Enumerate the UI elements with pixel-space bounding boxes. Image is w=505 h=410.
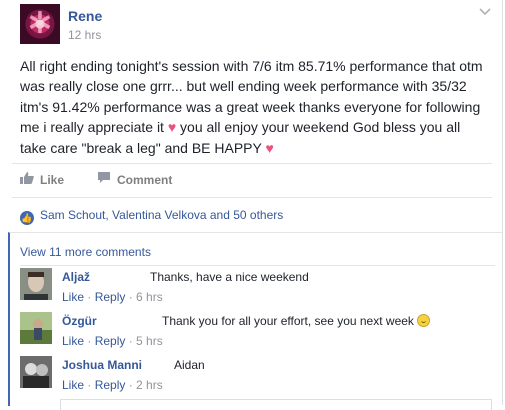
like-button[interactable]: Like bbox=[20, 170, 64, 190]
divider bbox=[20, 265, 495, 266]
commenter-avatar[interactable] bbox=[20, 356, 52, 388]
thumbs-up-icon bbox=[20, 170, 34, 190]
comment-text[interactable]: Aidan bbox=[174, 358, 205, 372]
like-badge-icon: 👍 bbox=[20, 211, 34, 225]
comment-item: Aljaž Thanks, have a nice weekend Like ·… bbox=[20, 268, 490, 312]
likes-text[interactable]: Sam Schout, Valentina Velkova and 50 oth… bbox=[40, 208, 283, 222]
like-label: Like bbox=[40, 173, 65, 187]
post-text: All right ending tonight's session with … bbox=[20, 56, 490, 158]
comment-meta: Like · Reply · 5 hrs bbox=[62, 334, 163, 348]
divider bbox=[12, 163, 492, 164]
comment-item: Joshua Manni Aidan Like · Reply · 2 hrs bbox=[20, 356, 490, 400]
comment-item: Özgür Thank you for all your effort, see… bbox=[20, 312, 490, 356]
commenter-name[interactable]: Joshua Manni bbox=[62, 358, 142, 372]
comment-time[interactable]: 2 hrs bbox=[136, 378, 163, 392]
comment-like-link[interactable]: Like bbox=[62, 378, 84, 392]
commenter-name[interactable]: Aljaž bbox=[62, 270, 90, 284]
view-more-comments-link[interactable]: View 11 more comments bbox=[20, 245, 151, 259]
comment-time[interactable]: 6 hrs bbox=[136, 290, 163, 304]
post-author[interactable]: Rene bbox=[68, 8, 102, 24]
comment-reply-link[interactable]: Reply bbox=[95, 290, 126, 304]
comments-section: View 11 more comments Aljaž Thanks, have… bbox=[8, 232, 502, 410]
likes-summary[interactable]: 👍 Sam Schout, Valentina Velkova and 50 ot… bbox=[20, 207, 283, 225]
comment-time[interactable]: 5 hrs bbox=[136, 334, 163, 348]
commenter-avatar[interactable] bbox=[20, 268, 52, 300]
comment-icon bbox=[97, 170, 111, 190]
heart-icon: ♥ bbox=[167, 119, 177, 136]
comment-meta: Like · Reply · 2 hrs bbox=[62, 378, 163, 392]
chevron-down-icon[interactable] bbox=[478, 4, 492, 18]
comment-button[interactable]: Comment bbox=[97, 170, 172, 190]
heart-icon: ♥ bbox=[265, 139, 274, 156]
post-time[interactable]: 12 hrs bbox=[68, 28, 101, 42]
comment-reply-link[interactable]: Reply bbox=[95, 378, 126, 392]
post-card: ✲ Rene 12 hrs All right ending tonight's… bbox=[0, 0, 503, 410]
comment-text-content: Thank you for all your effort, see you n… bbox=[162, 314, 414, 328]
avatar-pattern: ✲ bbox=[27, 7, 53, 40]
comment-reply-link[interactable]: Reply bbox=[95, 334, 126, 348]
comment-label: Comment bbox=[117, 173, 173, 187]
comment-text: Thanks, have a nice weekend bbox=[150, 270, 309, 284]
commenter-avatar[interactable] bbox=[20, 312, 52, 344]
comment-meta: Like · Reply · 6 hrs bbox=[62, 290, 163, 304]
comment-text: Thank you for all your effort, see you n… bbox=[162, 314, 430, 328]
author-avatar[interactable]: ✲ bbox=[20, 4, 60, 44]
divider bbox=[12, 197, 492, 198]
comment-like-link[interactable]: Like bbox=[62, 290, 84, 304]
commenter-name[interactable]: Özgür bbox=[62, 314, 97, 328]
comment-like-link[interactable]: Like bbox=[62, 334, 84, 348]
smile-emoji-icon bbox=[416, 314, 430, 327]
